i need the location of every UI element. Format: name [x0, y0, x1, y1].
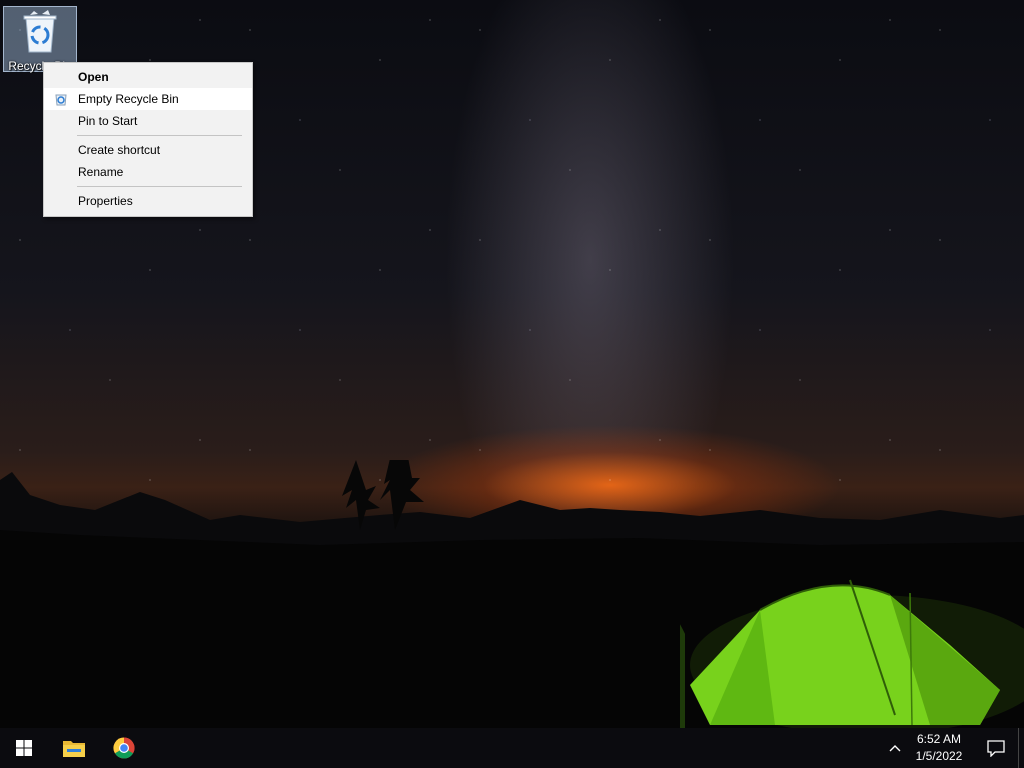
menu-item-create-shortcut[interactable]: Create shortcut: [44, 139, 252, 161]
menu-separator: [77, 186, 242, 187]
file-explorer-button[interactable]: [50, 728, 98, 768]
context-menu: Open Empty Recycle Bin Pin to Start Crea…: [43, 62, 253, 217]
action-center-icon: [987, 740, 1005, 757]
menu-item-rename[interactable]: Rename: [44, 161, 252, 183]
chrome-icon: [113, 737, 135, 759]
action-center-button[interactable]: [976, 728, 1016, 768]
menu-item-open[interactable]: Open: [44, 66, 252, 88]
menu-item-pin-to-start[interactable]: Pin to Start: [44, 110, 252, 132]
start-button[interactable]: [0, 728, 48, 768]
clock-time: 6:52 AM: [916, 732, 962, 746]
windows-start-icon: [16, 740, 32, 756]
menu-item-empty-recycle-bin[interactable]: Empty Recycle Bin: [44, 88, 252, 110]
taskbar: 6:52 AM 1/5/2022: [0, 728, 1024, 768]
menu-item-properties[interactable]: Properties: [44, 190, 252, 212]
recycle-bin-icon: [23, 10, 57, 53]
show-desktop-button[interactable]: [1018, 728, 1024, 768]
clock-date: 1/5/2022: [915, 749, 963, 763]
glowing-tent: [680, 579, 1024, 728]
file-explorer-icon: [63, 741, 85, 757]
desktop-background[interactable]: Recycle Bin Open Empty Recycle Bin Pin t…: [0, 0, 1024, 728]
menu-separator: [77, 135, 242, 136]
recycle-bin-icon: [55, 94, 67, 106]
chrome-button[interactable]: [100, 728, 148, 768]
chevron-up-icon: [889, 745, 901, 752]
menu-item-label: Empty Recycle Bin: [78, 92, 179, 106]
show-hidden-icons-button[interactable]: [882, 728, 908, 768]
taskbar-clock[interactable]: 6:52 AM 1/5/2022: [908, 728, 970, 768]
